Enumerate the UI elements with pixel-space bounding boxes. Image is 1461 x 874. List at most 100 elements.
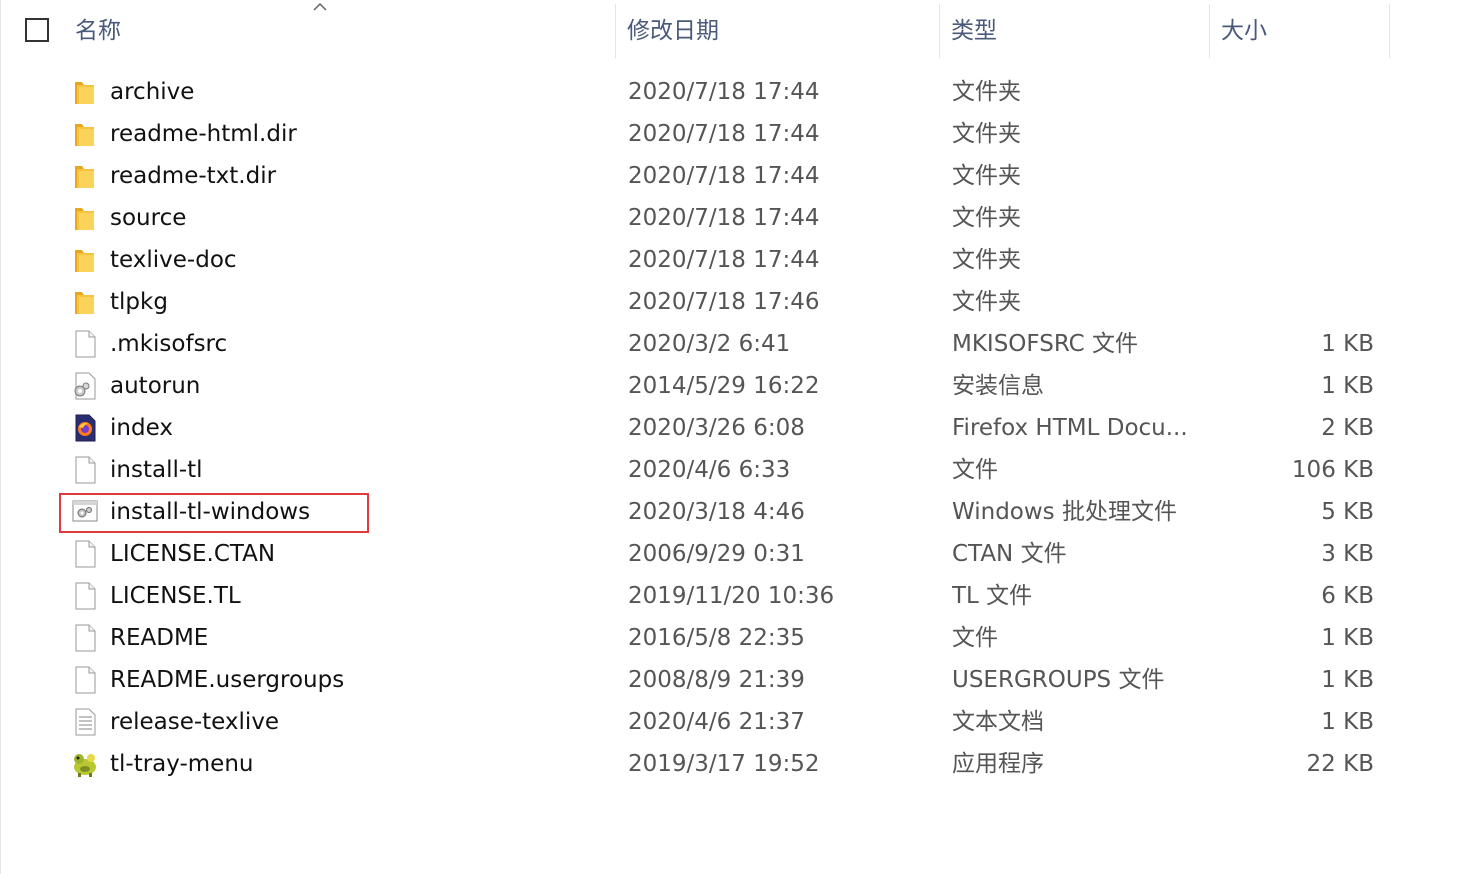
file-row[interactable]: tl-tray-menu 2019/3/17 19:52 应用程序 22 KB bbox=[0, 743, 1461, 785]
file-size: 6 KB bbox=[1321, 583, 1374, 609]
file-type: Windows 批处理文件 bbox=[952, 499, 1177, 525]
column-divider[interactable] bbox=[1389, 4, 1390, 58]
select-all-checkbox[interactable] bbox=[25, 18, 49, 42]
file-size bbox=[1215, 239, 1374, 281]
file-modified-date: 2020/7/18 17:46 bbox=[628, 289, 820, 315]
file-type: 应用程序 bbox=[952, 751, 1044, 777]
file-name: install-tl bbox=[110, 457, 203, 483]
column-header-type[interactable]: 类型 bbox=[939, 0, 1209, 58]
file-name: readme-txt.dir bbox=[110, 163, 277, 189]
file-type: 文件夹 bbox=[952, 247, 1021, 273]
file-size: 5 KB bbox=[1321, 499, 1374, 525]
file-name: .mkisofsrc bbox=[110, 331, 228, 357]
file-modified-date: 2020/3/26 6:08 bbox=[628, 415, 805, 441]
file-size bbox=[1215, 155, 1374, 197]
setup-info-icon bbox=[70, 371, 100, 401]
file-row[interactable]: tlpkg 2020/7/18 17:46 文件夹 bbox=[0, 281, 1461, 323]
file-row[interactable]: autorun 2014/5/29 16:22 安装信息 1 KB bbox=[0, 365, 1461, 407]
column-header-date[interactable]: 修改日期 bbox=[615, 0, 939, 58]
column-header-name[interactable]: 名称 bbox=[63, 0, 615, 58]
file-modified-date: 2020/7/18 17:44 bbox=[628, 247, 820, 273]
file-type: CTAN 文件 bbox=[952, 541, 1067, 567]
file-name: tl-tray-menu bbox=[110, 751, 254, 777]
file-row[interactable]: readme-txt.dir 2020/7/18 17:44 文件夹 bbox=[0, 155, 1461, 197]
file-name: tlpkg bbox=[110, 289, 168, 315]
file-name: texlive-doc bbox=[110, 247, 237, 273]
file-size: 1 KB bbox=[1321, 331, 1374, 357]
file-size: 1 KB bbox=[1321, 625, 1374, 651]
file-type: 文件夹 bbox=[952, 121, 1021, 147]
file-row[interactable]: readme-html.dir 2020/7/18 17:44 文件夹 bbox=[0, 113, 1461, 155]
file-type: 安装信息 bbox=[952, 373, 1044, 399]
file-type: 文件夹 bbox=[952, 289, 1021, 315]
folder-icon bbox=[70, 161, 100, 191]
file-size: 22 KB bbox=[1306, 751, 1374, 777]
file-modified-date: 2014/5/29 16:22 bbox=[628, 373, 820, 399]
file-modified-date: 2020/7/18 17:44 bbox=[628, 205, 820, 231]
blank-file-icon bbox=[70, 455, 100, 485]
file-modified-date: 2020/3/18 4:46 bbox=[628, 499, 805, 525]
file-modified-date: 2006/9/29 0:31 bbox=[628, 541, 805, 567]
blank-file-icon bbox=[70, 665, 100, 695]
file-type: 文件夹 bbox=[952, 79, 1021, 105]
file-size: 1 KB bbox=[1321, 373, 1374, 399]
folder-icon bbox=[70, 119, 100, 149]
file-type: TL 文件 bbox=[952, 583, 1033, 609]
file-size bbox=[1215, 281, 1374, 323]
file-row[interactable]: install-tl-windows 2020/3/18 4:46 Windows … bbox=[0, 491, 1461, 533]
file-row[interactable]: LICENSE.CTAN 2006/9/29 0:31 CTAN 文件 3 KB bbox=[0, 533, 1461, 575]
file-size: 1 KB bbox=[1321, 667, 1374, 693]
file-size: 3 KB bbox=[1321, 541, 1374, 567]
file-name: LICENSE.TL bbox=[110, 583, 241, 609]
file-name: readme-html.dir bbox=[110, 121, 297, 147]
file-row[interactable]: release-texlive 2020/4/6 21:37 文本文档 1 KB bbox=[0, 701, 1461, 743]
file-row[interactable]: source 2020/7/18 17:44 文件夹 bbox=[0, 197, 1461, 239]
file-name: source bbox=[110, 205, 187, 231]
column-header-size[interactable]: 大小 bbox=[1209, 0, 1389, 58]
file-row[interactable]: README 2016/5/8 22:35 文件 1 KB bbox=[0, 617, 1461, 659]
file-name: index bbox=[110, 415, 173, 441]
file-modified-date: 2019/3/17 19:52 bbox=[628, 751, 820, 777]
file-modified-date: 2016/5/8 22:35 bbox=[628, 625, 805, 651]
file-type: 文本文档 bbox=[952, 709, 1044, 735]
file-type: 文件夹 bbox=[952, 205, 1021, 231]
file-size bbox=[1215, 113, 1374, 155]
file-modified-date: 2020/7/18 17:44 bbox=[628, 163, 820, 189]
file-name: LICENSE.CTAN bbox=[110, 541, 276, 567]
tray-app-icon bbox=[70, 749, 100, 779]
file-type: 文件 bbox=[952, 625, 998, 651]
file-name: archive bbox=[110, 79, 195, 105]
blank-file-icon bbox=[70, 623, 100, 653]
file-row[interactable]: .mkisofsrc 2020/3/2 6:41 MKISOFSRC 文件 1 KB bbox=[0, 323, 1461, 365]
file-size: 2 KB bbox=[1321, 415, 1374, 441]
file-modified-date: 2020/4/6 6:33 bbox=[628, 457, 791, 483]
file-row[interactable]: README.usergroups 2008/8/9 21:39 USERGROUP… bbox=[0, 659, 1461, 701]
file-row[interactable]: archive 2020/7/18 17:44 文件夹 bbox=[0, 71, 1461, 113]
file-modified-date: 2020/7/18 17:44 bbox=[628, 79, 820, 105]
file-size: 106 KB bbox=[1291, 457, 1374, 483]
file-type: Firefox HTML Docu... bbox=[952, 415, 1188, 441]
file-row[interactable]: texlive-doc 2020/7/18 17:44 文件夹 bbox=[0, 239, 1461, 281]
folder-icon bbox=[70, 245, 100, 275]
firefox-html-icon bbox=[70, 413, 100, 443]
file-modified-date: 2020/7/18 17:44 bbox=[628, 121, 820, 147]
file-name: README bbox=[110, 625, 209, 651]
file-row[interactable]: install-tl 2020/4/6 6:33 文件 106 KB bbox=[0, 449, 1461, 491]
file-size bbox=[1215, 197, 1374, 239]
file-size bbox=[1215, 71, 1374, 113]
file-type: 文件夹 bbox=[952, 163, 1021, 189]
file-modified-date: 2019/11/20 10:36 bbox=[628, 583, 835, 609]
file-type: 文件 bbox=[952, 457, 998, 483]
file-type: MKISOFSRC 文件 bbox=[952, 331, 1139, 357]
file-row[interactable]: LICENSE.TL 2019/11/20 10:36 TL 文件 6 KB bbox=[0, 575, 1461, 617]
blank-file-icon bbox=[70, 581, 100, 611]
text-document-icon bbox=[70, 707, 100, 737]
file-row[interactable]: index 2020/3/26 6:08 Firefox HTML Docu... 2… bbox=[0, 407, 1461, 449]
file-modified-date: 2020/3/2 6:41 bbox=[628, 331, 791, 357]
folder-icon bbox=[70, 287, 100, 317]
file-size: 1 KB bbox=[1321, 709, 1374, 735]
blank-file-icon bbox=[70, 329, 100, 359]
batch-file-icon bbox=[70, 497, 100, 527]
column-header-bar: 名称 修改日期 类型 大小 bbox=[0, 0, 1461, 62]
file-modified-date: 2020/4/6 21:37 bbox=[628, 709, 805, 735]
